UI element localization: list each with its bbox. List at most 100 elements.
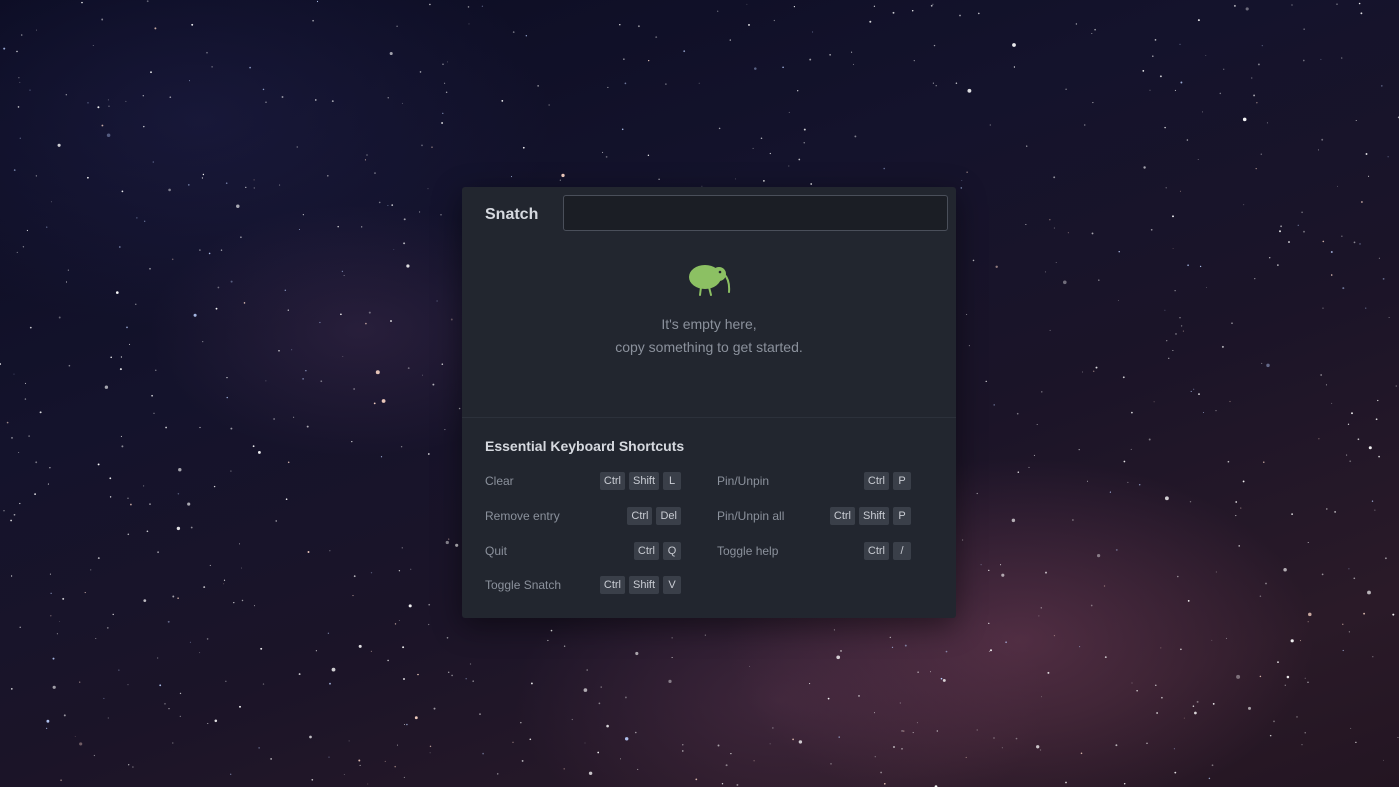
star (1256, 102, 1258, 104)
star (583, 688, 588, 692)
star (1383, 759, 1385, 761)
star (381, 399, 386, 403)
star (128, 764, 130, 766)
star (305, 370, 307, 372)
star (149, 267, 151, 270)
star (146, 0, 149, 3)
star (683, 50, 686, 53)
star (1355, 120, 1357, 122)
star (368, 311, 371, 314)
star (129, 343, 131, 345)
star (788, 111, 790, 113)
star (1349, 460, 1352, 463)
star (782, 66, 784, 69)
star (988, 650, 991, 652)
star (1233, 4, 1236, 7)
star (891, 646, 894, 649)
star (1193, 388, 1195, 390)
star (901, 748, 903, 750)
star (108, 105, 110, 107)
star (749, 665, 751, 667)
star (34, 493, 36, 495)
star (236, 204, 240, 208)
star (257, 450, 261, 454)
star (976, 729, 978, 731)
star (67, 269, 69, 271)
star (428, 603, 431, 606)
star (903, 730, 905, 732)
star (28, 435, 30, 437)
star (1040, 607, 1042, 609)
star (1187, 600, 1190, 602)
shortcut-label: Clear (485, 474, 514, 488)
star (671, 657, 673, 658)
star (1380, 85, 1383, 87)
star (17, 106, 20, 108)
star (467, 6, 470, 8)
star (74, 736, 76, 737)
divider (462, 417, 956, 418)
star (442, 63, 444, 65)
star (993, 404, 995, 406)
star (39, 411, 42, 414)
star (884, 783, 886, 785)
star (87, 102, 89, 104)
star (47, 483, 49, 485)
star (19, 626, 21, 629)
star (1194, 711, 1197, 715)
key: Ctrl (829, 507, 855, 525)
shortcut-quit: Quit Ctrl Q (485, 541, 681, 561)
star (512, 31, 515, 33)
star (1341, 235, 1343, 237)
key: Ctrl (627, 507, 653, 525)
star (35, 175, 37, 177)
star (465, 677, 467, 680)
star (725, 764, 728, 767)
star (512, 741, 514, 743)
shortcut-label: Remove entry (485, 509, 560, 523)
star (26, 229, 28, 232)
star (107, 99, 109, 101)
star (1277, 661, 1279, 663)
star (398, 620, 400, 622)
star (220, 249, 223, 251)
star (127, 497, 129, 499)
star (810, 183, 813, 185)
star (809, 683, 811, 685)
star (312, 19, 314, 22)
star (1235, 501, 1238, 503)
star (1172, 215, 1174, 218)
star (1266, 363, 1270, 368)
star (159, 684, 162, 687)
star (968, 345, 970, 347)
star (1211, 764, 1214, 767)
star (965, 756, 967, 758)
star (179, 715, 181, 718)
star (1291, 4, 1293, 6)
star (45, 727, 48, 730)
star (207, 723, 209, 724)
shortcut-pin-unpin: Pin/Unpin Ctrl P (717, 471, 911, 491)
star (1186, 139, 1189, 141)
star (1242, 117, 1247, 122)
star (433, 707, 436, 710)
star (279, 184, 281, 186)
star (209, 564, 211, 566)
star (1346, 454, 1348, 456)
star (901, 730, 903, 732)
star (961, 179, 963, 181)
star (520, 721, 522, 724)
star (352, 595, 354, 597)
star (285, 498, 288, 501)
shortcuts-title: Essential Keyboard Shortcuts (485, 438, 685, 454)
star (351, 440, 353, 443)
star (358, 644, 362, 648)
star (1142, 70, 1145, 72)
star (1245, 7, 1249, 11)
star (637, 768, 639, 770)
star (1260, 153, 1263, 155)
search-input[interactable] (563, 195, 948, 231)
star (396, 744, 398, 746)
star (1265, 582, 1267, 585)
star (1028, 466, 1030, 468)
